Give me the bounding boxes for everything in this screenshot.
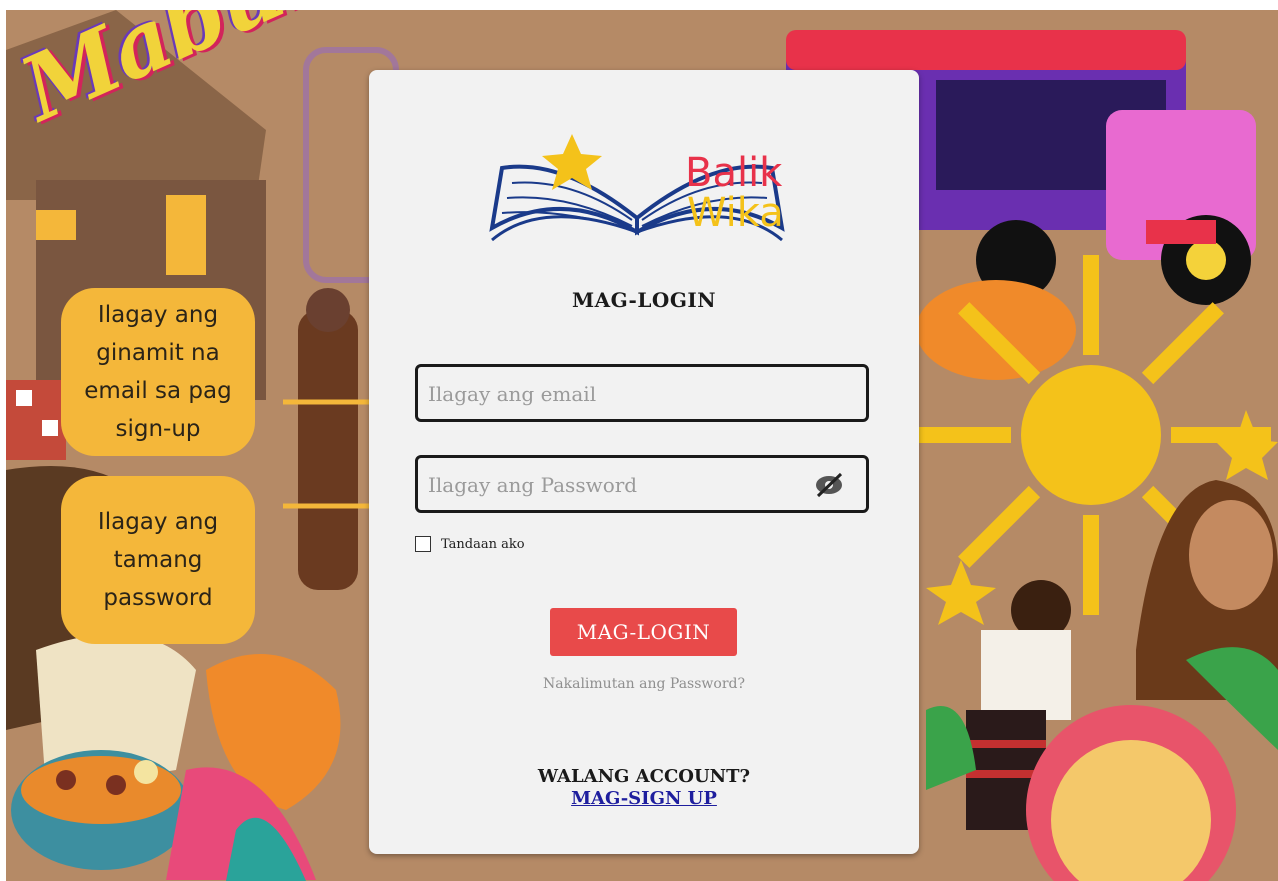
forgot-password-link[interactable]: Nakalimutan ang Password? [369, 676, 919, 692]
password-hint-bubble: Ilagay ang tamang password [61, 476, 255, 644]
email-field[interactable] [415, 364, 869, 422]
logo-word-wika: Wika [687, 190, 784, 236]
password-input[interactable] [426, 458, 810, 512]
balik-wika-logo: Balik Wika [489, 134, 785, 242]
email-input[interactable] [426, 367, 810, 421]
remember-me-checkbox[interactable] [415, 536, 431, 552]
email-hint-bubble: Ilagay ang ginamit na email sa pag sign-… [61, 288, 255, 456]
remember-me-label: Tandaan ako [441, 536, 525, 552]
eye-slash-icon[interactable] [814, 472, 844, 498]
login-card: Balik Wika MAG-LOGIN Tandaan ako MAG-LOG… [369, 70, 919, 854]
remember-me[interactable]: Tandaan ako [415, 536, 525, 552]
login-button[interactable]: MAG-LOGIN [550, 608, 737, 656]
login-title: MAG-LOGIN [571, 288, 717, 312]
no-account-prompt: WALANG ACCOUNT? [537, 766, 751, 787]
password-field[interactable] [415, 455, 869, 513]
signup-link[interactable]: MAG-SIGN UP [369, 788, 919, 809]
